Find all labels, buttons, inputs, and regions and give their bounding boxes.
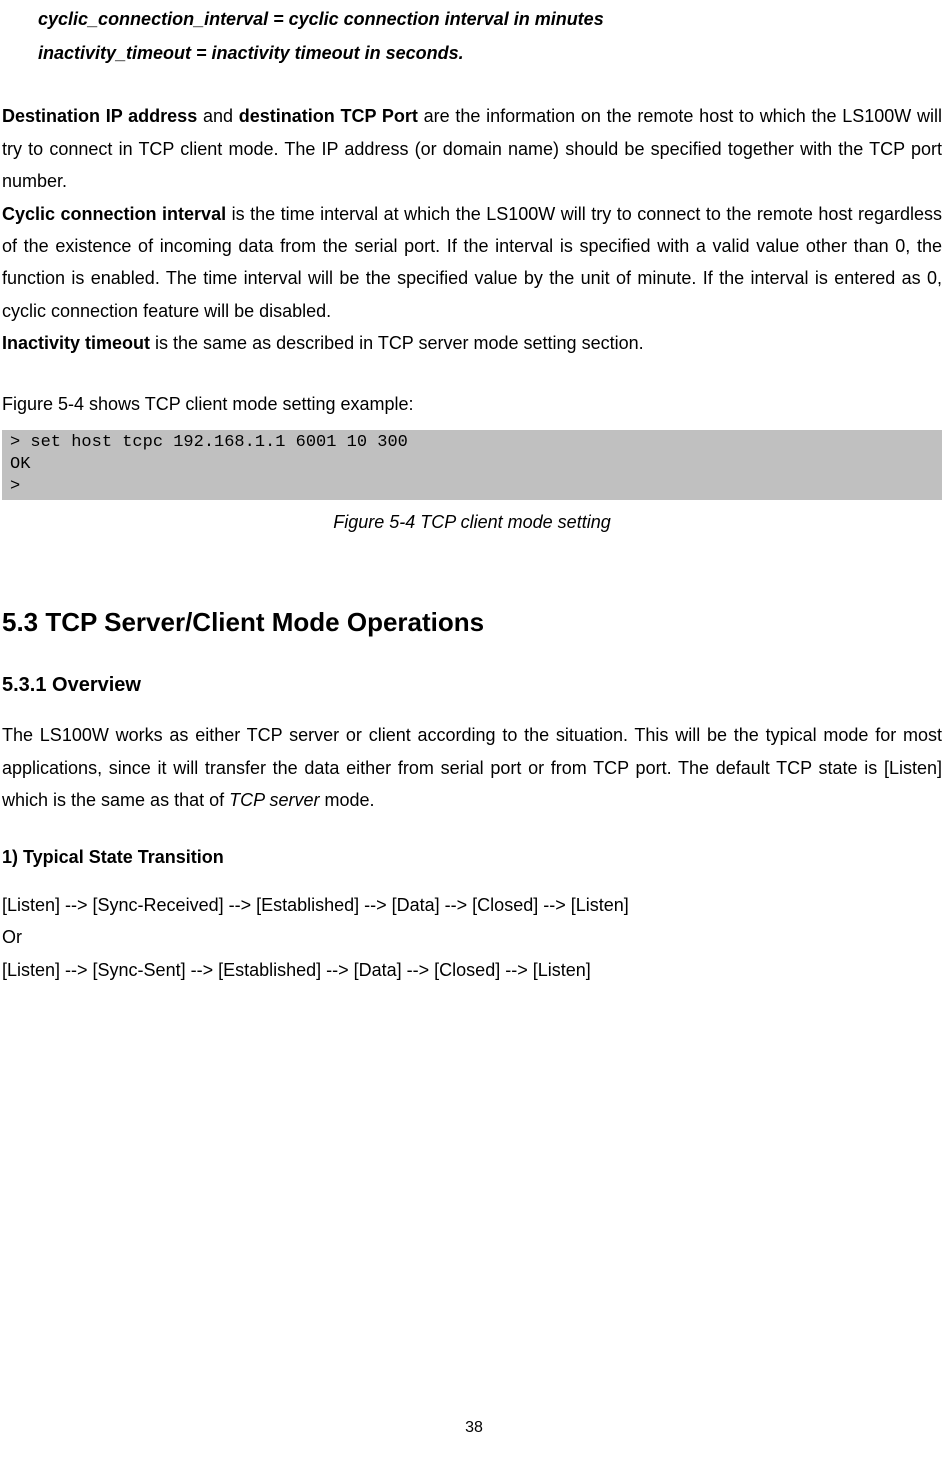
dest-text-and: and — [197, 106, 239, 126]
paragraph-cyclic: Cyclic connection interval is the time i… — [2, 198, 942, 328]
definition-line-1: cyclic_connection_interval = cyclic conn… — [38, 2, 942, 36]
inactivity-text: is the same as described in TCP server m… — [150, 333, 644, 353]
figure-caption: Figure 5-4 TCP client mode setting — [2, 506, 942, 538]
dest-port-bold: destination TCP Port — [239, 106, 418, 126]
state-transition-or: Or — [2, 921, 942, 953]
definition-line-2: inactivity_timeout = inactivity timeout … — [38, 36, 942, 70]
definitions-block: cyclic_connection_interval = cyclic conn… — [2, 2, 942, 70]
paragraph-inactivity: Inactivity timeout is the same as descri… — [2, 327, 942, 359]
code-example-block: > set host tcpc 192.168.1.1 6001 10 300 … — [2, 430, 942, 500]
overview-pre: The LS100W works as either TCP server or… — [2, 725, 942, 810]
state-transition-line-2: [Listen] --> [Sync-Sent] --> [Establishe… — [2, 954, 942, 986]
cyclic-bold: Cyclic connection interval — [2, 204, 226, 224]
figure-intro-line: Figure 5-4 shows TCP client mode setting… — [2, 388, 942, 420]
subsection-heading-5-3-1: 5.3.1 Overview — [2, 667, 942, 703]
overview-post: mode. — [319, 790, 374, 810]
section-heading-5-3: 5.3 TCP Server/Client Mode Operations — [2, 599, 942, 646]
page-number: 38 — [2, 1414, 944, 1443]
inactivity-bold: Inactivity timeout — [2, 333, 150, 353]
overview-italic: TCP server — [229, 790, 319, 810]
state-transition-line-1: [Listen] --> [Sync-Received] --> [Establ… — [2, 889, 942, 921]
overview-paragraph: The LS100W works as either TCP server or… — [2, 719, 942, 816]
dest-ip-bold: Destination IP address — [2, 106, 197, 126]
transition-heading: 1) Typical State Transition — [2, 841, 942, 873]
paragraph-destination: Destination IP address and destination T… — [2, 100, 942, 197]
page-container: cyclic_connection_interval = cyclic conn… — [0, 2, 944, 1459]
